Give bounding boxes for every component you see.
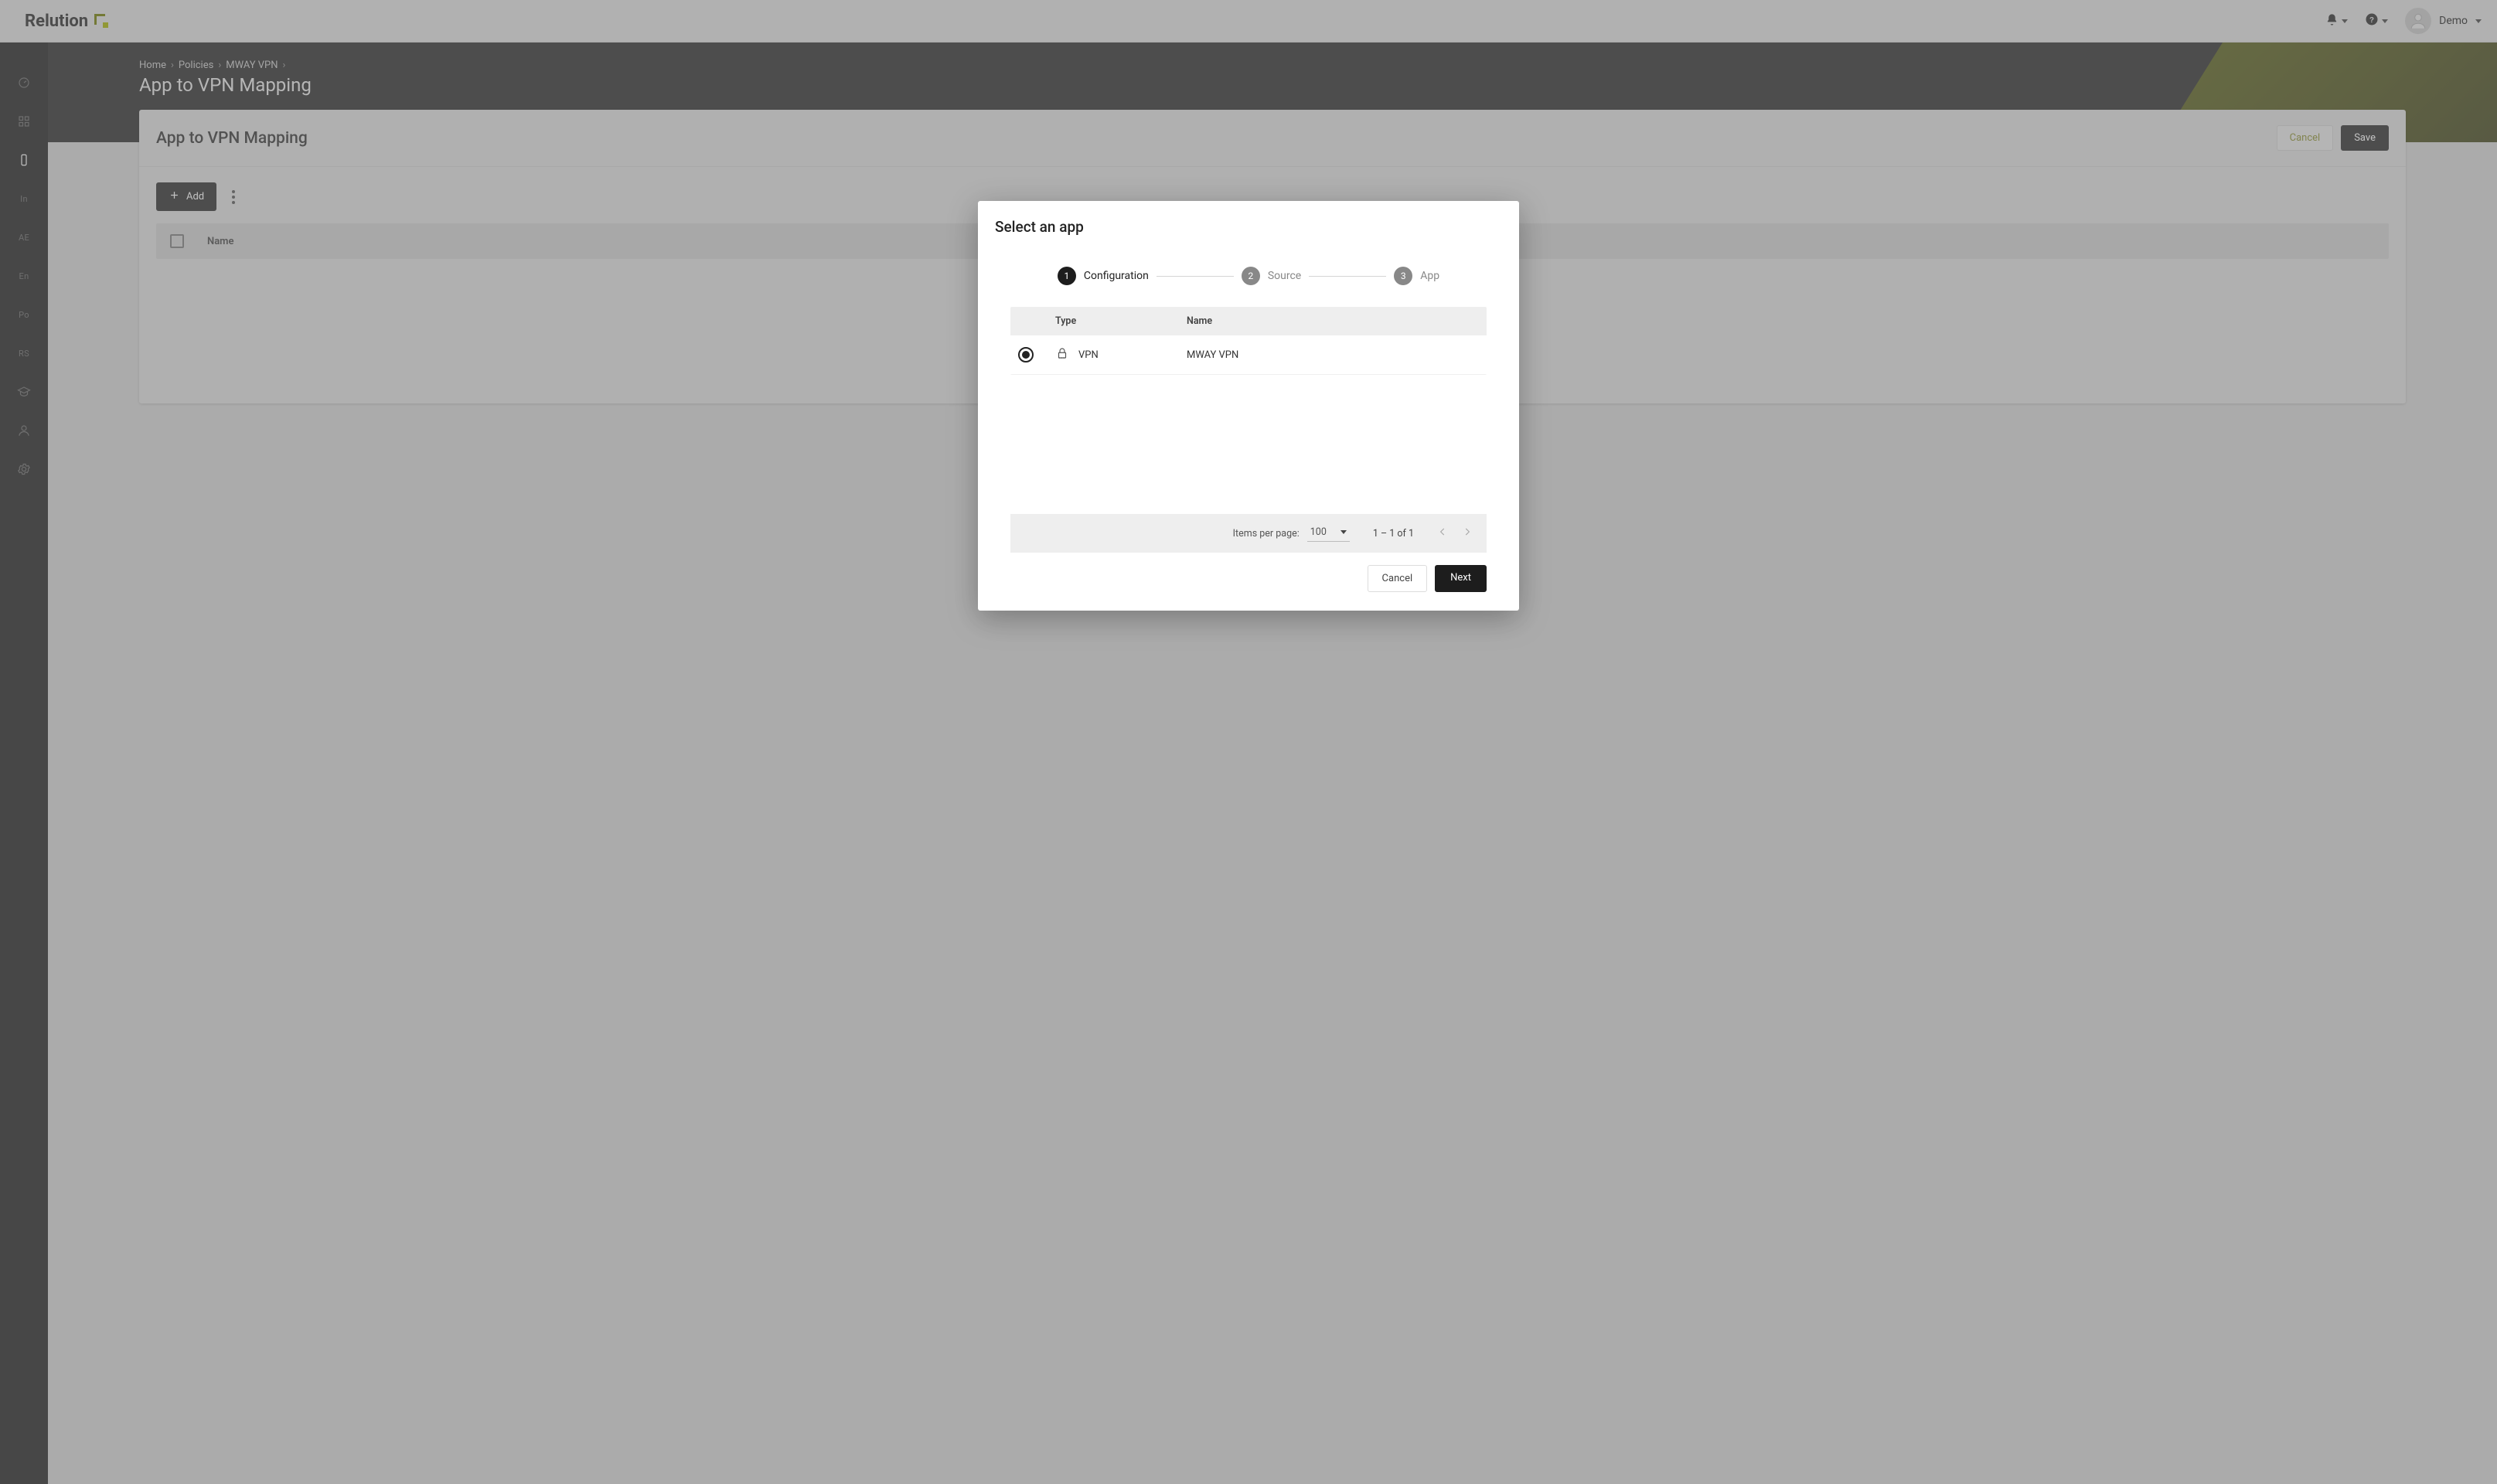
row-name: MWAY VPN (1187, 349, 1479, 361)
step-label: Configuration (1084, 270, 1149, 282)
page-range: 1 – 1 of 1 (1373, 528, 1414, 539)
paginator: Items per page: 100 1 – 1 of 1 (1010, 514, 1487, 553)
column-header-name: Name (1187, 315, 1479, 327)
step-connector (1157, 276, 1234, 277)
modal-next-button[interactable]: Next (1435, 565, 1487, 592)
items-per-page-select[interactable]: 100 (1307, 525, 1350, 542)
step-connector (1309, 276, 1386, 277)
step-configuration[interactable]: 1 Configuration (1058, 267, 1149, 285)
prev-page-button[interactable] (1437, 526, 1448, 540)
step-source[interactable]: 2 Source (1242, 267, 1301, 285)
row-type-label: VPN (1078, 349, 1099, 361)
select-app-modal: Select an app 1 Configuration 2 Source 3… (978, 201, 1519, 611)
stepper: 1 Configuration 2 Source 3 App (978, 243, 1519, 307)
step-label: App (1420, 270, 1439, 282)
step-number: 3 (1394, 267, 1412, 285)
items-per-page-value: 100 (1310, 526, 1327, 538)
step-app[interactable]: 3 App (1394, 267, 1439, 285)
vpn-lock-icon (1055, 346, 1069, 363)
row-radio[interactable] (1018, 347, 1034, 362)
step-number: 2 (1242, 267, 1260, 285)
step-label: Source (1268, 270, 1301, 282)
table-row[interactable]: VPN MWAY VPN (1010, 335, 1487, 375)
next-page-button[interactable] (1462, 526, 1473, 540)
modal-table: Type Name VPN MWAY VPN (1010, 307, 1487, 375)
modal-overlay: Select an app 1 Configuration 2 Source 3… (0, 0, 2497, 1484)
column-header-type: Type (1055, 315, 1187, 327)
items-per-page-label: Items per page: (1233, 528, 1300, 539)
modal-title: Select an app (978, 201, 1519, 243)
modal-table-header: Type Name (1010, 307, 1487, 335)
chevron-down-icon (1340, 530, 1347, 534)
step-number: 1 (1058, 267, 1076, 285)
modal-cancel-button[interactable]: Cancel (1368, 565, 1428, 592)
